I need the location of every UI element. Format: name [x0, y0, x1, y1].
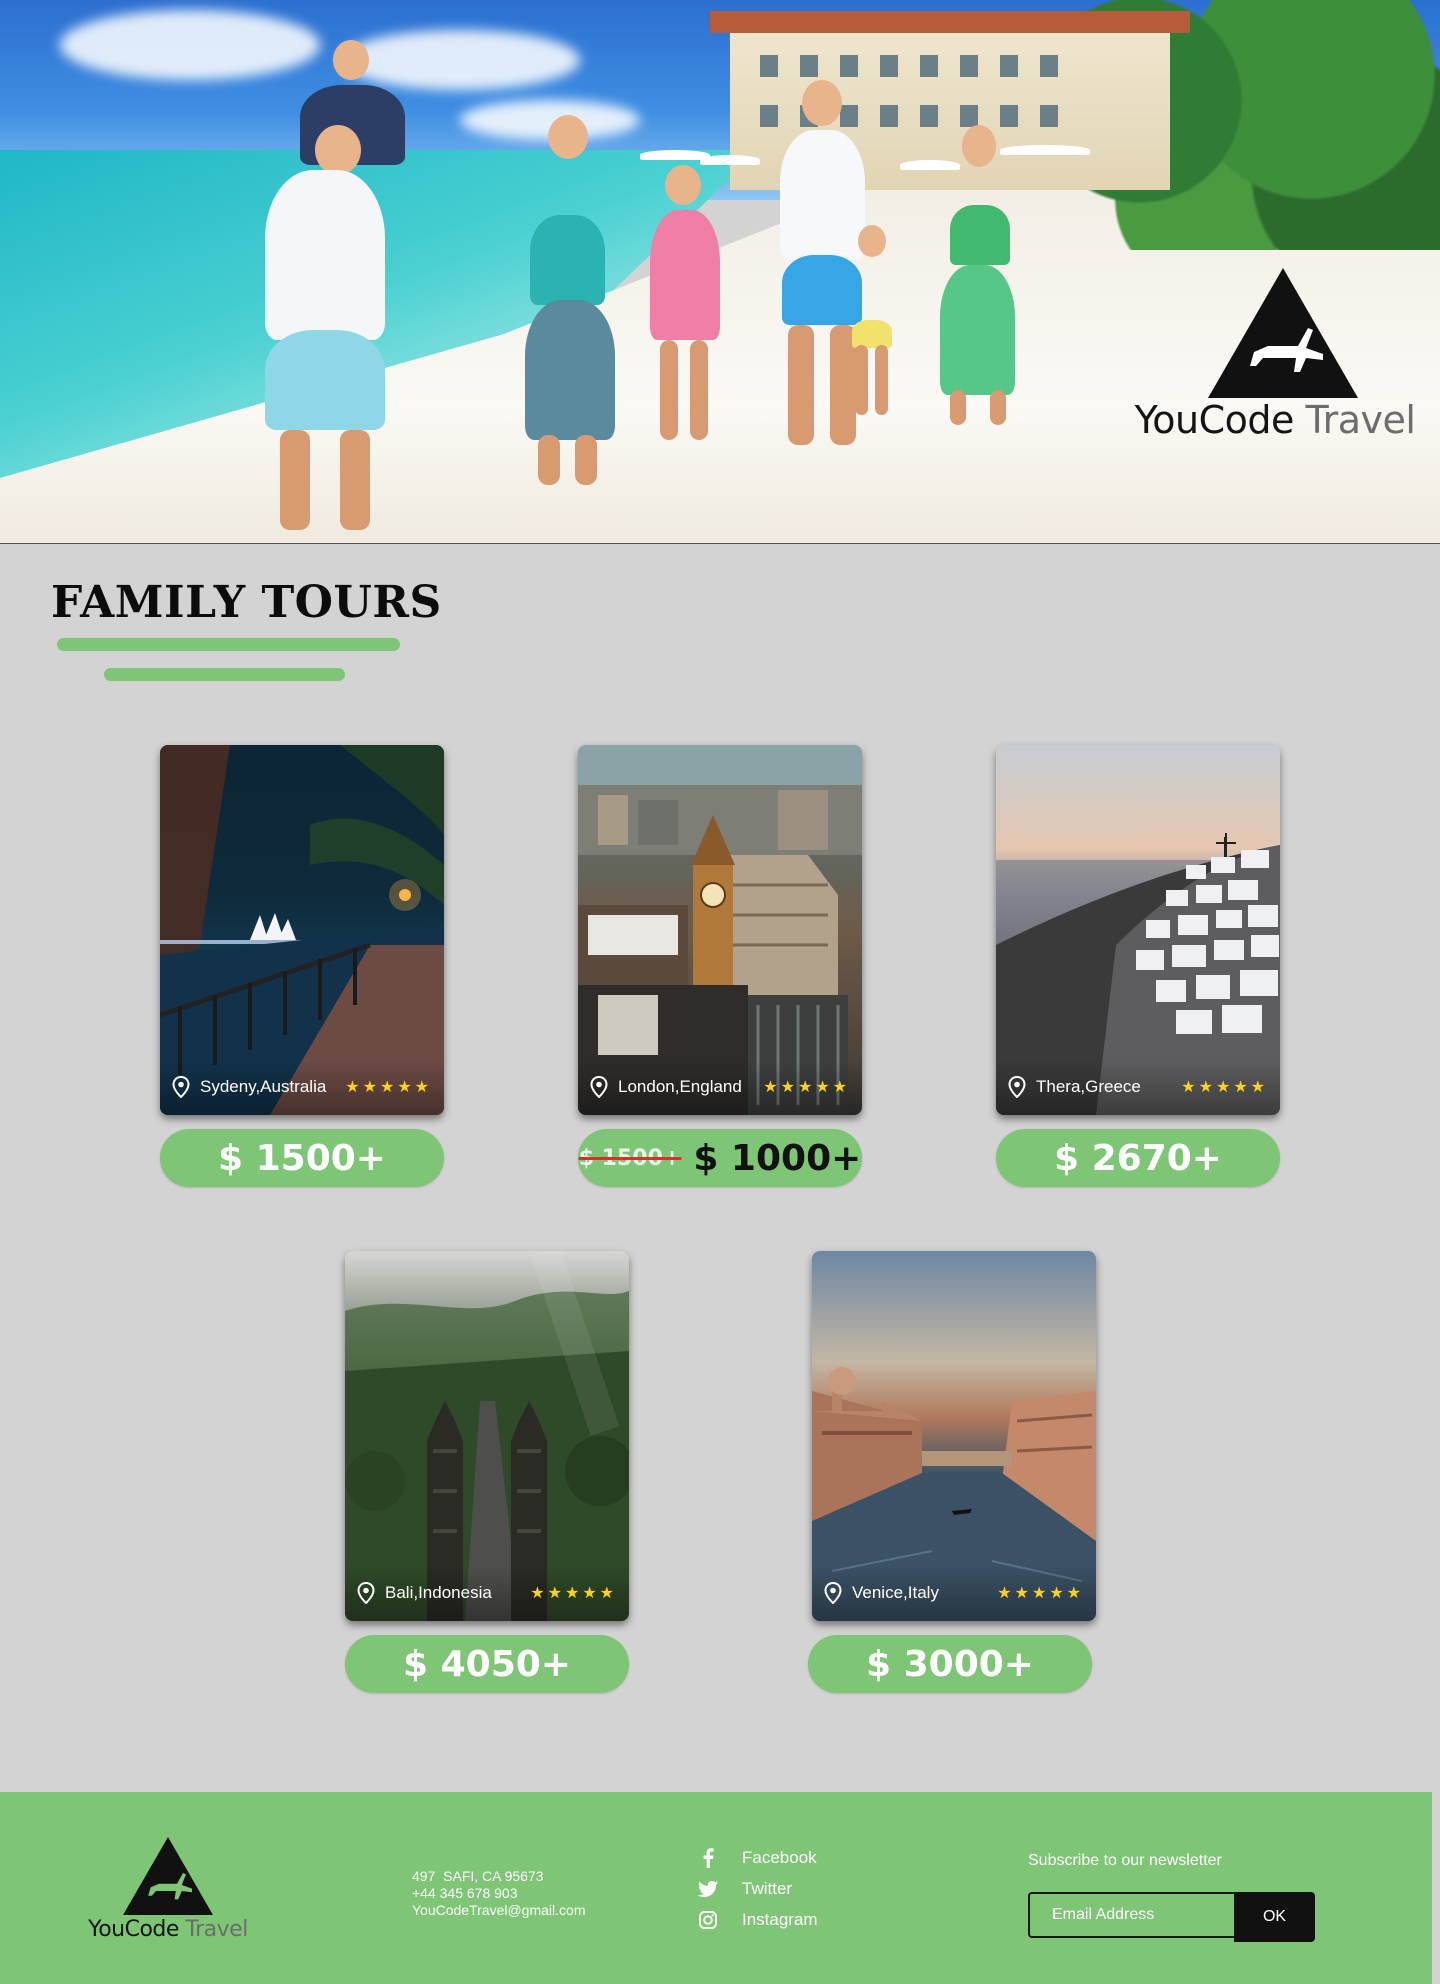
hero-person — [255, 40, 405, 530]
tour-location: London,England — [618, 1077, 742, 1096]
price-label: $ 1000+ — [693, 1137, 862, 1179]
page-title: FAMILY TOURS — [51, 577, 442, 628]
price-label: $ 1500+ — [218, 1137, 386, 1179]
tour-location: Venice,Italy — [852, 1583, 939, 1602]
tour-info-bar: London,England ★★★★★ — [578, 1059, 862, 1115]
price-button-london[interactable]: $ 1500+ $ 1000+ — [578, 1129, 862, 1187]
footer: YouCode Travel 497 SAFI, CA 95673 +44 34… — [0, 1792, 1432, 1984]
social-link-twitter[interactable]: Twitter — [698, 1873, 818, 1904]
twitter-icon — [698, 1879, 718, 1899]
logo-icon — [1208, 268, 1358, 398]
tour-info-bar: Bali,Indonesia ★★★★★ — [345, 1565, 629, 1621]
social-links: Facebook Twitter Instagram — [698, 1842, 818, 1935]
tour-card-bali[interactable]: Bali,Indonesia ★★★★★ — [345, 1251, 629, 1621]
hero-person — [920, 125, 1030, 425]
newsletter-form: OK — [1028, 1892, 1315, 1942]
brand-name-primary: YouCode — [88, 1917, 179, 1942]
tour-location: Bali,Indonesia — [385, 1583, 492, 1602]
rating-stars: ★★★★★ — [997, 1585, 1084, 1602]
social-link-facebook[interactable]: Facebook — [698, 1842, 818, 1873]
old-price-label: $ 1500+ — [578, 1145, 682, 1171]
price-label: $ 3000+ — [866, 1643, 1034, 1685]
location-pin-icon — [824, 1582, 842, 1604]
tour-info-bar: Sydeny,Australia ★★★★★ — [160, 1059, 444, 1115]
price-label: $ 4050+ — [403, 1643, 571, 1685]
social-label: Twitter — [742, 1878, 793, 1898]
newsletter-email-input[interactable] — [1028, 1892, 1234, 1938]
rating-stars: ★★★★★ — [530, 1585, 617, 1602]
newsletter-submit-button[interactable]: OK — [1234, 1892, 1315, 1942]
location-pin-icon — [357, 1582, 375, 1604]
footer-brand[interactable]: YouCode Travel — [78, 1837, 258, 1967]
social-link-instagram[interactable]: Instagram — [698, 1904, 818, 1935]
location-pin-icon — [1008, 1076, 1026, 1098]
price-button-bali[interactable]: $ 4050+ — [345, 1635, 629, 1693]
social-label: Instagram — [742, 1909, 818, 1929]
tour-card-venice[interactable]: Venice,Italy ★★★★★ — [812, 1251, 1096, 1621]
price-label: $ 2670+ — [1054, 1137, 1222, 1179]
contact-email[interactable]: YouCodeTravel@gmail.com — [412, 1902, 585, 1919]
contact-address: 497 SAFI, CA 95673 — [412, 1868, 544, 1884]
price-button-venice[interactable]: $ 3000+ — [808, 1635, 1092, 1693]
contact-info: 497 SAFI, CA 95673 +44 345 678 903 YouCo… — [412, 1868, 585, 1919]
contact-phone: +44 345 678 903 — [412, 1885, 518, 1901]
location-pin-icon — [590, 1076, 608, 1098]
tour-info-bar: Venice,Italy ★★★★★ — [812, 1565, 1096, 1621]
tour-card-sydney[interactable]: Sydeny,Australia ★★★★★ — [160, 745, 444, 1115]
instagram-icon — [698, 1910, 718, 1930]
price-button-thera[interactable]: $ 2670+ — [996, 1129, 1280, 1187]
location-pin-icon — [172, 1076, 190, 1098]
hero-person — [640, 165, 730, 455]
logo-icon — [123, 1837, 213, 1915]
footer-brand-name: YouCode Travel — [78, 1917, 258, 1942]
brand-name-secondary: Travel — [185, 1917, 248, 1942]
hero-person — [840, 225, 900, 425]
title-underline-top — [57, 638, 400, 651]
tour-location: Thera,Greece — [1036, 1077, 1141, 1096]
tour-info-bar: Thera,Greece ★★★★★ — [996, 1059, 1280, 1115]
price-button-sydney[interactable]: $ 1500+ — [160, 1129, 444, 1187]
facebook-icon — [698, 1847, 718, 1868]
social-label: Facebook — [742, 1847, 817, 1867]
tour-card-thera[interactable]: Thera,Greece ★★★★★ — [996, 745, 1280, 1115]
title-underline-bottom — [104, 668, 345, 681]
brand-name: YouCode Travel — [1130, 398, 1420, 442]
hero-person — [510, 105, 620, 485]
rating-stars: ★★★★★ — [345, 1079, 432, 1096]
brand-name-secondary: Travel — [1305, 398, 1416, 442]
rating-stars: ★★★★★ — [763, 1079, 850, 1096]
hero-brand: YouCode Travel — [1130, 268, 1420, 448]
brand-name-primary: YouCode — [1134, 398, 1295, 442]
tour-card-london[interactable]: London,England ★★★★★ — [578, 745, 862, 1115]
rating-stars: ★★★★★ — [1181, 1079, 1268, 1096]
tour-location: Sydeny,Australia — [200, 1077, 327, 1096]
newsletter-label: Subscribe to our newsletter — [1028, 1852, 1222, 1869]
hero-banner: YouCode Travel — [0, 0, 1440, 544]
